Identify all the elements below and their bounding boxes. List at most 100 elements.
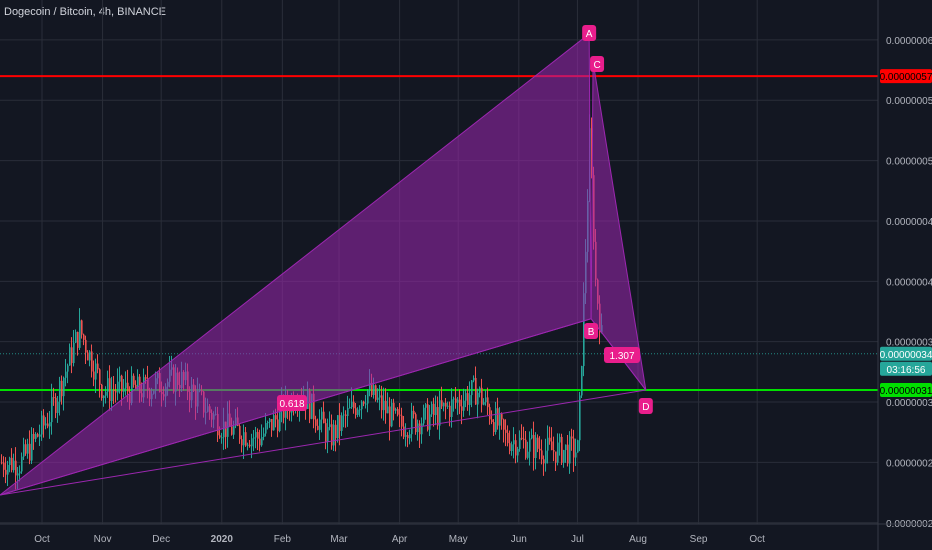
candle-body: [559, 436, 561, 443]
candle-body: [515, 440, 517, 456]
candle-body: [449, 405, 451, 417]
candle-body: [41, 415, 43, 435]
y-tick-label: 0.00000055: [886, 96, 932, 107]
candle-body: [537, 437, 539, 449]
candle-body: [53, 397, 55, 399]
candle-body: [447, 405, 449, 407]
candle-body: [69, 347, 71, 366]
candle-body: [245, 432, 247, 446]
y-tick-label: 0.00000030: [886, 398, 932, 409]
candle-body: [105, 391, 107, 396]
candle-body: [325, 423, 327, 442]
x-tick-label: 2020: [211, 534, 234, 545]
candle-body: [409, 434, 411, 439]
candle-body: [563, 450, 565, 463]
x-tick-label: Jun: [511, 534, 527, 545]
candle-body: [359, 409, 361, 411]
candle-body: [59, 380, 61, 402]
candle-body: [431, 403, 433, 415]
candle-body: [493, 422, 495, 433]
level-price-label: 0.00000057: [880, 72, 932, 83]
candle-body: [111, 390, 113, 401]
chart-canvas[interactable]: ABCD0.6181.307 0.000000570.000000310.000…: [0, 0, 932, 550]
candle-body: [535, 437, 537, 459]
candle-body: [571, 436, 573, 439]
candle-body: [351, 401, 353, 408]
candle-body: [115, 391, 117, 393]
candle-body: [489, 407, 491, 420]
candle-body: [127, 382, 129, 392]
candle-body: [503, 419, 505, 430]
candle-body: [457, 399, 459, 403]
candle-body: [393, 402, 395, 411]
candle-body: [93, 371, 95, 380]
candle-body: [263, 433, 265, 437]
candle-body: [373, 385, 375, 395]
candle-body: [441, 400, 443, 407]
candle-body: [529, 438, 531, 452]
candle-body: [435, 407, 437, 416]
candle-body: [397, 409, 399, 415]
candle-body: [533, 434, 535, 459]
candle-body: [33, 434, 35, 439]
y-axis: 0.00000057 0.00000031 0.00000060 0.00000055…: [877, 0, 932, 550]
candle-body: [259, 438, 261, 446]
candle-body: [541, 450, 543, 460]
y-tick-label: 0.00000045: [886, 217, 932, 228]
candle-body: [257, 432, 259, 439]
candle-body: [467, 393, 469, 405]
candle-body: [255, 432, 257, 438]
candle-body: [483, 402, 485, 405]
candle-body: [451, 399, 453, 417]
x-tick-label: Oct: [749, 534, 765, 545]
countdown-label: 03:16:56: [887, 365, 926, 376]
y-tick-label: 0.00000025: [886, 458, 932, 469]
x-tick-label: Nov: [94, 534, 112, 545]
candle-body: [553, 450, 555, 452]
candle-body: [443, 402, 445, 407]
candle-body: [19, 471, 21, 474]
candle-body: [47, 423, 49, 427]
candle-body: [499, 414, 501, 426]
candle-body: [337, 415, 339, 439]
current-price-label: 0.00000034: [880, 350, 932, 361]
y-tick-label: 0.00000060: [886, 36, 932, 47]
candle-body: [357, 409, 359, 415]
candle-body: [319, 419, 321, 430]
candle-body: [543, 459, 545, 464]
candle-body: [65, 371, 67, 378]
candle-body: [5, 469, 7, 475]
candle-body: [57, 401, 59, 413]
candle-body: [481, 387, 483, 405]
candle-body: [29, 443, 31, 461]
candle-body: [269, 418, 271, 423]
x-tick-label: Sep: [690, 534, 708, 545]
candle-body: [365, 403, 367, 405]
candle-body: [323, 411, 325, 424]
candle-body: [49, 422, 51, 427]
candle-body: [99, 369, 101, 385]
candle-body: [133, 375, 135, 385]
candle-body: [23, 444, 25, 457]
candle-body: [239, 425, 241, 440]
candle-body: [75, 331, 77, 343]
level-price-label: 0.00000031: [880, 386, 932, 397]
candle-body: [3, 462, 5, 470]
candle-body: [79, 320, 81, 348]
y-tick-label: 0.00000040: [886, 277, 932, 288]
pattern-triangle-xab: [0, 32, 592, 496]
x-tick-label: Oct: [34, 534, 50, 545]
candle-body: [363, 401, 365, 404]
candle-body: [579, 395, 581, 441]
candle-body: [241, 439, 243, 446]
candle-body: [119, 375, 121, 382]
candle-body: [347, 407, 349, 417]
candle-body: [45, 423, 47, 426]
candle-body: [333, 424, 335, 446]
candle-body: [501, 414, 503, 420]
candle-body: [395, 409, 397, 411]
candle-body: [253, 437, 255, 439]
candle-body: [573, 438, 575, 458]
candle-body: [315, 419, 317, 426]
candle-body: [511, 444, 513, 451]
